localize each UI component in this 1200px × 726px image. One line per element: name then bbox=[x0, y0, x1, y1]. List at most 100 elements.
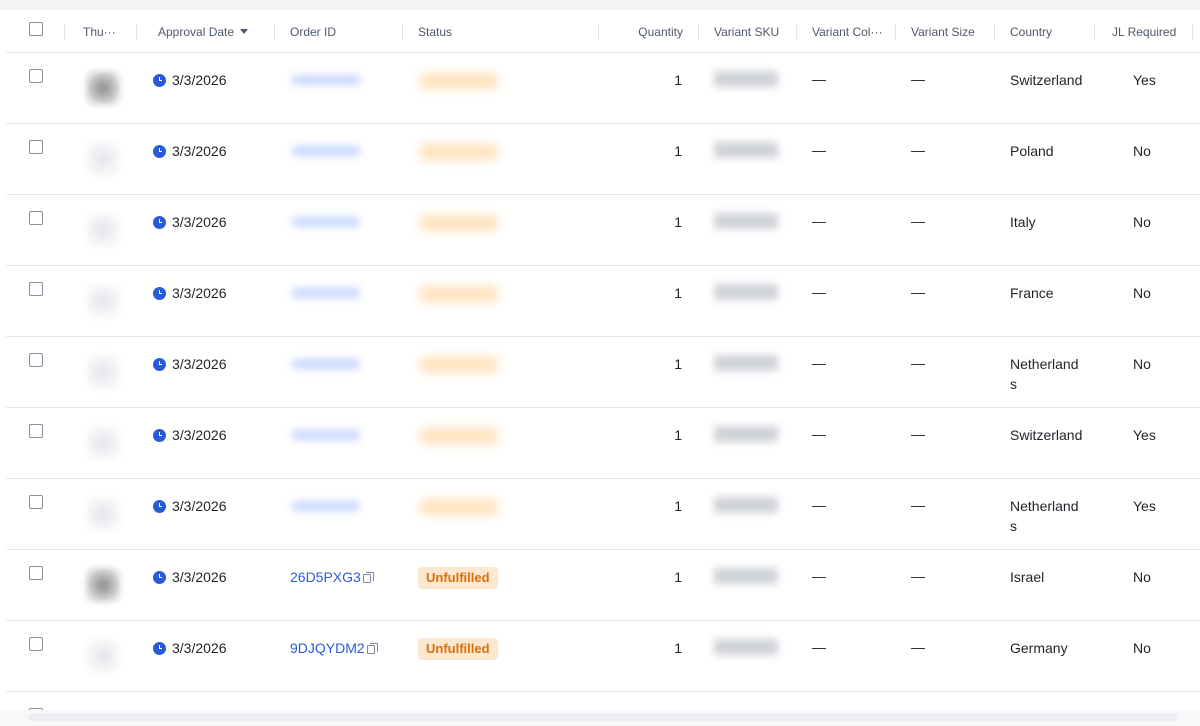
variant-sku-redacted bbox=[714, 568, 778, 584]
jl-required: Yes bbox=[1133, 72, 1156, 88]
order-id-link[interactable]: 9DJQYDM2 bbox=[290, 640, 378, 656]
column-header-thumbnail[interactable]: Thu··· bbox=[83, 10, 123, 52]
quantity: 1 bbox=[674, 214, 682, 230]
table-row[interactable]: 3/3/2026 1 — — France No bbox=[6, 266, 1200, 337]
column-header-status[interactable]: Status bbox=[418, 10, 452, 52]
row-checkbox[interactable] bbox=[29, 69, 43, 83]
order-id-redacted[interactable] bbox=[292, 288, 360, 298]
quantity: 1 bbox=[674, 285, 682, 301]
column-header-jl-required[interactable]: JL Required bbox=[1112, 10, 1176, 52]
variant-sku-redacted bbox=[714, 71, 778, 87]
clock-icon bbox=[153, 571, 166, 584]
column-header-label: Approval Date bbox=[158, 25, 235, 39]
jl-required: No bbox=[1133, 143, 1151, 159]
order-id-redacted[interactable] bbox=[292, 146, 360, 156]
jl-required: No bbox=[1133, 285, 1151, 301]
scrollbar-thumb[interactable] bbox=[28, 713, 1178, 721]
column-header-approval-date[interactable]: Approval Date bbox=[158, 10, 249, 52]
table-row[interactable]: 3/3/2026 26D5PXG3 Unfulfilled 1 — — Isra… bbox=[6, 550, 1200, 621]
column-divider bbox=[64, 24, 65, 40]
column-divider bbox=[136, 24, 137, 40]
row-checkbox[interactable] bbox=[29, 211, 43, 225]
row-checkbox[interactable] bbox=[29, 637, 43, 651]
order-id-redacted[interactable] bbox=[292, 430, 360, 440]
product-thumbnail[interactable] bbox=[86, 426, 120, 460]
order-id-redacted[interactable] bbox=[292, 359, 360, 369]
column-header-variant-color[interactable]: Variant Col··· bbox=[812, 10, 884, 52]
variant-sku-redacted bbox=[714, 497, 778, 513]
row-checkbox[interactable] bbox=[29, 566, 43, 580]
product-thumbnail[interactable] bbox=[86, 355, 120, 389]
orders-table: Thu··· Approval Date Order ID Status Qua… bbox=[6, 10, 1200, 723]
variant-size: — bbox=[911, 639, 925, 655]
table-row[interactable]: 3/3/2026 1 — — Switzerland Yes bbox=[6, 53, 1200, 124]
table-row[interactable]: 3/3/2026 1 — — Switzerland Yes bbox=[6, 408, 1200, 479]
country: France bbox=[1010, 285, 1054, 301]
variant-color: — bbox=[812, 142, 826, 158]
country: Italy bbox=[1010, 214, 1036, 230]
row-checkbox[interactable] bbox=[29, 424, 43, 438]
order-id-redacted[interactable] bbox=[292, 217, 360, 227]
product-thumbnail[interactable] bbox=[86, 639, 120, 673]
select-all-checkbox[interactable] bbox=[29, 22, 43, 36]
order-id-text[interactable]: 9DJQYDM2 bbox=[290, 640, 365, 656]
order-id-redacted[interactable] bbox=[292, 75, 360, 85]
variant-sku-redacted bbox=[714, 426, 778, 442]
column-header-order-id[interactable]: Order ID bbox=[290, 10, 336, 52]
variant-size: — bbox=[911, 355, 925, 371]
product-thumbnail[interactable] bbox=[86, 71, 120, 105]
jl-required: No bbox=[1133, 214, 1151, 230]
row-checkbox[interactable] bbox=[29, 140, 43, 154]
quantity: 1 bbox=[674, 427, 682, 443]
variant-size: — bbox=[911, 213, 925, 229]
product-thumbnail[interactable] bbox=[86, 284, 120, 318]
column-divider bbox=[1094, 24, 1095, 40]
jl-required: Yes bbox=[1133, 427, 1156, 443]
product-thumbnail[interactable] bbox=[86, 568, 120, 602]
variant-size: — bbox=[911, 142, 925, 158]
clock-icon bbox=[153, 287, 166, 300]
column-divider bbox=[796, 24, 797, 40]
copy-icon[interactable] bbox=[362, 572, 374, 583]
clock-icon bbox=[153, 74, 166, 87]
order-id-link[interactable]: 26D5PXG3 bbox=[290, 569, 374, 585]
variant-size: — bbox=[911, 568, 925, 584]
approval-date: 3/3/2026 bbox=[172, 143, 227, 159]
table-row[interactable]: 3/3/2026 9DJQYDM2 Unfulfilled 1 — — Germ… bbox=[6, 621, 1200, 692]
variant-sku-redacted bbox=[714, 355, 778, 371]
status-badge: Unfulfilled bbox=[418, 638, 498, 660]
column-header-variant-size[interactable]: Variant Size bbox=[911, 10, 975, 52]
variant-color: — bbox=[812, 71, 826, 87]
row-checkbox[interactable] bbox=[29, 353, 43, 367]
order-id-redacted[interactable] bbox=[292, 501, 360, 511]
country: Poland bbox=[1010, 143, 1054, 159]
variant-color: — bbox=[812, 213, 826, 229]
clock-icon bbox=[153, 642, 166, 655]
product-thumbnail[interactable] bbox=[86, 213, 120, 247]
variant-size: — bbox=[911, 284, 925, 300]
country: Netherlands bbox=[1010, 498, 1079, 534]
status-badge-redacted bbox=[420, 144, 498, 160]
table-header: Thu··· Approval Date Order ID Status Qua… bbox=[6, 10, 1200, 53]
country: Switzerland bbox=[1010, 427, 1083, 443]
approval-date: 3/3/2026 bbox=[172, 640, 227, 656]
row-checkbox[interactable] bbox=[29, 282, 43, 296]
product-thumbnail[interactable] bbox=[86, 497, 120, 531]
table-row[interactable]: 3/3/2026 1 — — Netherlands No bbox=[6, 337, 1200, 408]
variant-size: — bbox=[911, 497, 925, 513]
column-header-variant-sku[interactable]: Variant SKU bbox=[714, 10, 779, 52]
column-divider bbox=[994, 24, 995, 40]
table-row[interactable]: 3/3/2026 1 — — Italy No bbox=[6, 195, 1200, 266]
column-divider bbox=[598, 24, 599, 40]
row-checkbox[interactable] bbox=[29, 495, 43, 509]
copy-icon[interactable] bbox=[366, 643, 378, 654]
sort-desc-icon[interactable] bbox=[240, 29, 249, 34]
column-header-country[interactable]: Country bbox=[1010, 10, 1052, 52]
order-id-text[interactable]: 26D5PXG3 bbox=[290, 569, 361, 585]
product-thumbnail[interactable] bbox=[86, 142, 120, 176]
column-divider bbox=[698, 24, 699, 40]
column-header-quantity[interactable]: Quantity bbox=[606, 10, 683, 52]
country: Switzerland bbox=[1010, 72, 1083, 88]
table-row[interactable]: 3/3/2026 1 — — Poland No bbox=[6, 124, 1200, 195]
table-row[interactable]: 3/3/2026 1 — — Netherlands Yes bbox=[6, 479, 1200, 550]
